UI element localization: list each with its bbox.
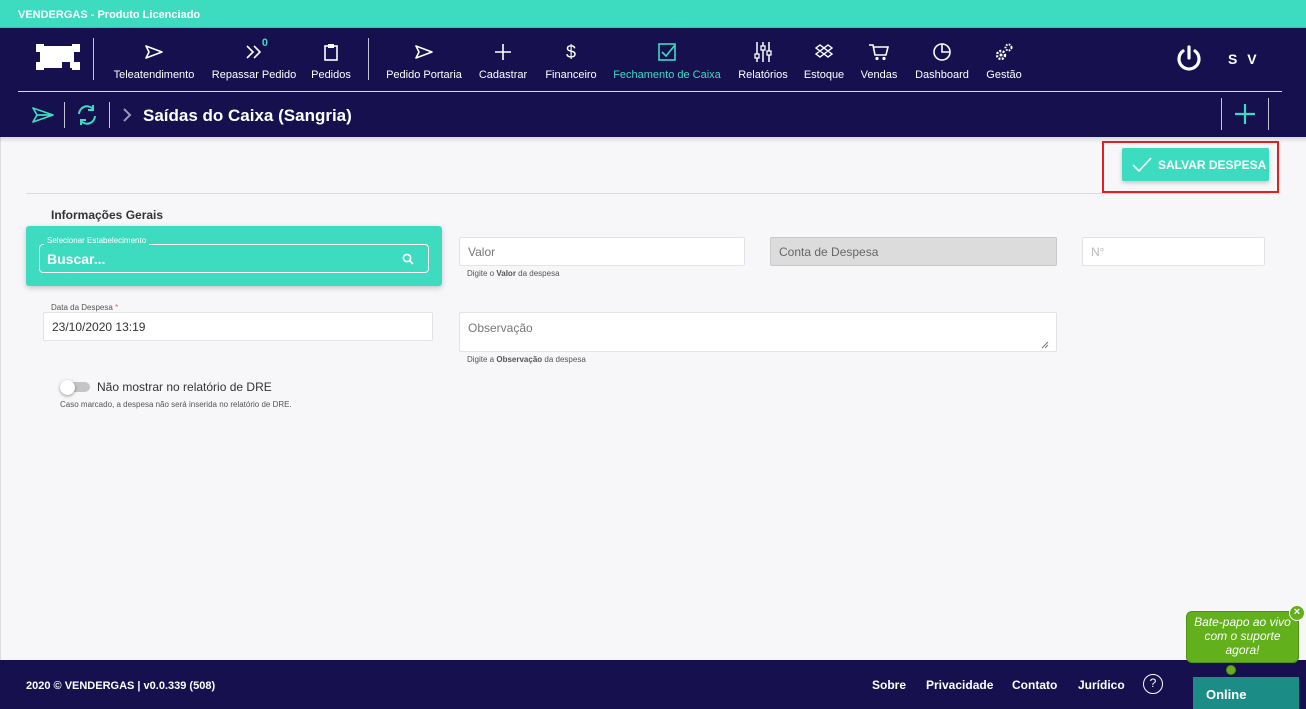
nav-label: Estoque	[803, 69, 845, 81]
sliders-icon	[751, 40, 775, 64]
nav-label: Teleatendimento	[113, 69, 195, 81]
app-title-bar: VENDERGAS - Produto Licenciado	[0, 0, 1306, 28]
nav-label: Fechamento de Caixa	[613, 69, 721, 81]
section-divider	[26, 193, 1270, 194]
footer: 2020 © VENDERGAS | v0.0.339 (508) Sobre …	[0, 660, 1306, 709]
observacao-textarea[interactable]	[459, 312, 1057, 352]
section-title: Informações Gerais	[51, 208, 164, 222]
nav-estoque[interactable]: Estoque	[800, 40, 848, 84]
numero-input[interactable]	[1082, 237, 1265, 266]
crumb-separator	[64, 102, 65, 128]
save-expense-button[interactable]: SALVAR DESPESA	[1122, 148, 1269, 181]
breadcrumb-bar: Saídas do Caixa (Sangria)	[0, 92, 1306, 137]
user-initials[interactable]: S V	[1228, 51, 1260, 67]
chevron-right-icon	[123, 108, 132, 122]
nav-gestao[interactable]: Gestão	[982, 40, 1026, 84]
nav-dashboard[interactable]: Dashboard	[910, 40, 974, 84]
save-label: SALVAR DESPESA	[1158, 157, 1267, 172]
dre-toggle[interactable]	[60, 380, 90, 395]
dre-toggle-label: Não mostrar no relatório de DRE	[97, 380, 272, 394]
establishment-legend: Selecionar Estabelecimento	[44, 236, 150, 245]
cart-icon	[867, 40, 891, 64]
nav-label: Financeiro	[545, 69, 597, 81]
dre-toggle-hint: Caso marcado, a despesa não será inserid…	[60, 400, 292, 409]
valor-hint: Digite o Valor da despesa	[467, 269, 560, 278]
crumb-separator	[109, 102, 110, 128]
nav-label: Gestão	[986, 69, 1022, 81]
top-navigation: Teleatendimento 0 Repassar Pedido Pedido…	[0, 28, 1306, 137]
plus-icon	[491, 40, 515, 64]
nav-vendas[interactable]: Vendas	[856, 40, 902, 84]
nav-label: Vendas	[860, 69, 898, 81]
add-icon[interactable]	[1234, 103, 1256, 125]
refresh-icon[interactable]	[76, 104, 98, 126]
dollar-icon: $	[565, 41, 576, 62]
send-icon	[412, 40, 436, 64]
check-icon	[1132, 156, 1152, 172]
nav-label: Pedido Portaria	[386, 69, 462, 81]
help-icon[interactable]: ?	[1143, 674, 1163, 694]
footer-link-sobre[interactable]: Sobre	[872, 678, 906, 692]
nav-fechamento-de-caixa[interactable]: Fechamento de Caixa	[610, 40, 724, 84]
data-despesa-input[interactable]	[43, 312, 433, 341]
pie-chart-icon	[930, 40, 954, 64]
chat-bubble[interactable]: Bate-papo ao vivo com o suporte agora!	[1186, 611, 1299, 663]
dropbox-icon	[812, 40, 836, 64]
conta-despesa-input	[770, 237, 1057, 266]
data-despesa-label: Data da Despesa *	[50, 303, 120, 312]
nav-repassar-pedido[interactable]: 0 Repassar Pedido	[210, 37, 298, 84]
search-icon[interactable]	[402, 253, 414, 265]
online-chat-tab[interactable]: Online	[1193, 677, 1299, 709]
repassar-badge: 0	[261, 37, 268, 49]
nav-label: Pedidos	[311, 69, 351, 81]
power-icon[interactable]	[1175, 44, 1203, 72]
chat-bubble-tail	[1226, 665, 1236, 675]
send-icon[interactable]	[32, 107, 54, 123]
footer-link-contato[interactable]: Contato	[1012, 678, 1057, 692]
send-icon	[142, 40, 166, 64]
nav-teleatendimento[interactable]: Teleatendimento	[110, 40, 198, 84]
nav-financeiro[interactable]: $ Financeiro	[542, 40, 600, 84]
nav-cadastrar[interactable]: Cadastrar	[474, 40, 532, 84]
app-title: VENDERGAS - Produto Licenciado	[18, 9, 201, 21]
nav-pedidos[interactable]: Pedidos	[307, 40, 355, 84]
nav-label: Dashboard	[915, 69, 969, 81]
nav-pedido-portaria[interactable]: Pedido Portaria	[384, 40, 464, 84]
nav-relatorios[interactable]: Relatórios	[736, 40, 790, 84]
footer-link-juridico[interactable]: Jurídico	[1078, 678, 1125, 692]
footer-link-privacidade[interactable]: Privacidade	[926, 678, 993, 692]
main-content	[0, 137, 1306, 660]
valor-input[interactable]	[459, 237, 745, 266]
close-icon[interactable]: ×	[1289, 605, 1305, 621]
establishment-search-field[interactable]	[39, 244, 429, 273]
nav-label: Cadastrar	[478, 69, 528, 81]
crumb-separator	[1268, 98, 1269, 130]
double-chevron-icon: 0	[242, 37, 268, 64]
logo-icon[interactable]	[36, 42, 80, 74]
nav-separator	[93, 38, 94, 80]
gears-icon	[992, 40, 1016, 64]
nav-label: Repassar Pedido	[211, 69, 297, 81]
crumb-separator	[1221, 98, 1222, 130]
observacao-hint: Digite a Observação da despesa	[467, 355, 586, 364]
nav-separator	[368, 38, 369, 80]
checkbox-icon	[655, 40, 679, 64]
resize-handle-icon[interactable]	[1041, 341, 1049, 349]
copyright: 2020 © VENDERGAS | v0.0.339 (508)	[26, 680, 216, 692]
toggle-knob	[60, 380, 75, 395]
page-title: Saídas do Caixa (Sangria)	[143, 106, 352, 125]
clipboard-icon	[319, 40, 343, 64]
establishment-search-input[interactable]	[47, 250, 377, 268]
nav-label: Relatórios	[738, 69, 788, 81]
